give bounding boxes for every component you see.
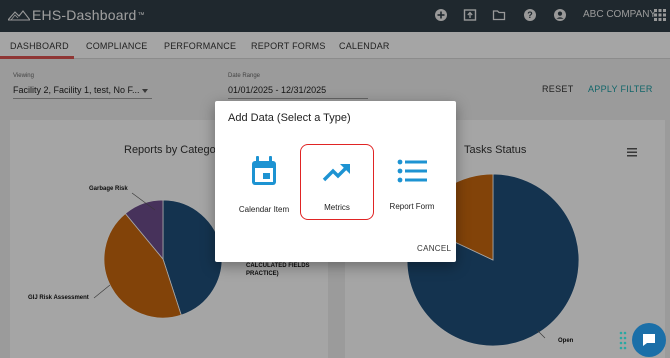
add-data-dialog: Add Data (Select a Type) Calendar Item M… (215, 101, 456, 262)
drag-handle-icon[interactable] (619, 330, 627, 352)
list-icon (397, 159, 427, 183)
option-metrics[interactable]: Metrics (300, 144, 374, 220)
calendar-icon (252, 156, 276, 185)
cancel-button[interactable]: CANCEL (417, 244, 451, 253)
option-calendar-item[interactable]: Calendar Item (227, 144, 301, 220)
option-calendar-item-label: Calendar Item (238, 205, 290, 214)
chat-bubble-icon (643, 334, 655, 346)
option-metrics-label: Metrics (324, 203, 350, 212)
option-report-form[interactable]: Report Form (375, 144, 449, 220)
chat-launcher-button[interactable] (632, 323, 666, 357)
trending-up-icon (322, 164, 350, 182)
option-report-form-label: Report Form (389, 202, 435, 211)
dialog-title: Add Data (Select a Type) (228, 112, 351, 124)
